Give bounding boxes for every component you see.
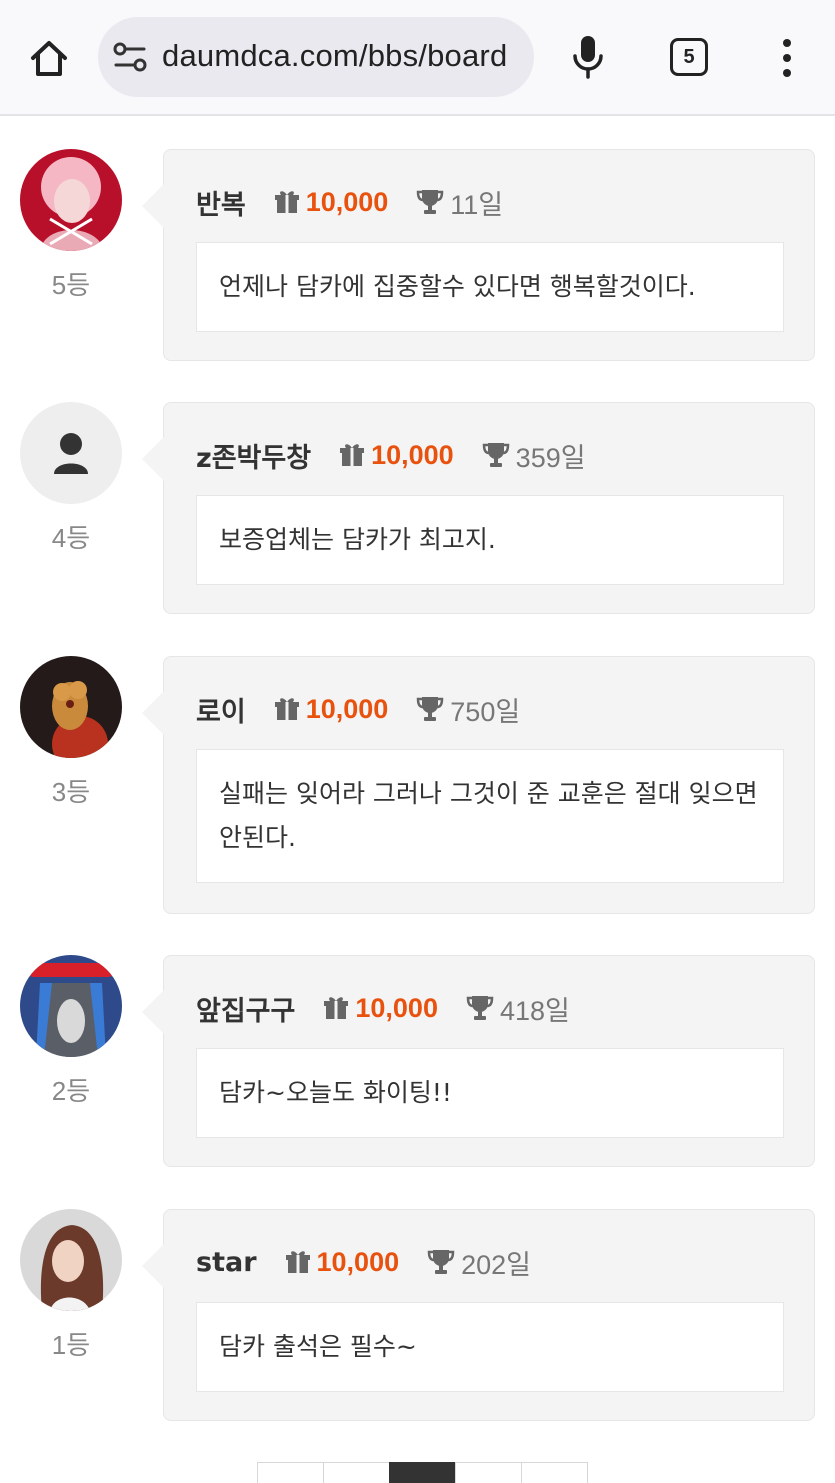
points: 10,000 <box>316 1246 400 1277</box>
trophy-icon <box>466 994 494 1022</box>
more-vert-icon[interactable] <box>772 36 802 80</box>
nickname[interactable]: star <box>196 1247 257 1278</box>
page-button-active[interactable] <box>389 1462 456 1483</box>
comment-message: 담카~오늘도 화이팅!! <box>196 1048 784 1138</box>
nickname[interactable]: 반복 <box>196 183 246 222</box>
nickname[interactable]: z존박두창 <box>196 436 311 475</box>
attendance-days: 418일 <box>499 995 570 1026</box>
comment-card: 반복 10,000 11일 언제나 담카에 집중할수 있다면 행복할것이다. <box>142 149 815 361</box>
address-bar[interactable]: daumdca.com/bbs/board <box>98 17 534 97</box>
trophy-icon <box>482 441 509 469</box>
avatar[interactable] <box>20 955 122 1057</box>
comment-message: 보증업체는 담카가 최고지. <box>196 495 784 585</box>
attendance-days: 750일 <box>450 696 521 727</box>
user-icon <box>54 433 88 474</box>
comment-card: z존박두창 10,000 359일 보증업체는 담카가 최고지. <box>142 402 815 614</box>
points: 10,000 <box>305 693 389 724</box>
gift-icon <box>340 444 365 466</box>
avatar[interactable] <box>20 656 122 758</box>
avatar[interactable] <box>20 1209 122 1311</box>
comment-card: 앞집구구 10,000 418일 담카~오늘도 화이팅!! <box>142 955 815 1167</box>
gift-icon <box>274 698 299 720</box>
mic-icon[interactable] <box>566 32 610 82</box>
rank-label: 3등 <box>51 777 91 807</box>
rank-label: 5등 <box>51 270 91 300</box>
avatar[interactable] <box>20 149 122 251</box>
nickname[interactable]: 앞집구구 <box>196 989 295 1028</box>
site-settings-icon[interactable] <box>112 40 148 74</box>
url-text[interactable]: daumdca.com/bbs/board <box>162 38 507 74</box>
page-button[interactable] <box>257 1462 324 1483</box>
comment-message: 언제나 담카에 집중할수 있다면 행복할것이다. <box>196 242 784 332</box>
trophy-icon <box>427 1248 455 1276</box>
rank-label: 2등 <box>51 1076 91 1106</box>
comment-message: 실패는 잊어라 그러나 그것이 준 교훈은 절대 잊으면 안된다. <box>196 749 784 883</box>
trophy-icon <box>417 695 444 723</box>
home-icon[interactable] <box>24 34 74 84</box>
page-button[interactable] <box>455 1462 522 1483</box>
pagination <box>257 1462 588 1483</box>
tabs-icon[interactable]: 5 <box>670 38 708 76</box>
attendance-days: 202일 <box>461 1249 531 1280</box>
attendance-days: 359일 <box>515 442 586 473</box>
points: 10,000 <box>305 186 389 217</box>
browser-toolbar: daumdca.com/bbs/board 5 <box>0 0 835 116</box>
page-button[interactable] <box>323 1462 390 1483</box>
rank-label: 4등 <box>51 523 91 553</box>
points: 10,000 <box>355 992 438 1023</box>
comment-card: star 10,000 202일 담카 출석은 필수~ <box>142 1209 815 1421</box>
comment-card: 로이 10,000 750일 실패는 잊어라 그러나 그것이 준 교훈은 절대 … <box>142 656 815 914</box>
points: 10,000 <box>371 439 454 470</box>
page-button[interactable] <box>521 1462 588 1483</box>
gift-icon <box>274 191 299 213</box>
gift-icon <box>285 1251 310 1273</box>
tab-count: 5 <box>683 45 695 68</box>
avatar[interactable] <box>20 402 122 504</box>
rank-label: 1등 <box>51 1330 91 1360</box>
gift-icon <box>324 997 349 1019</box>
nickname[interactable]: 로이 <box>196 690 246 729</box>
attendance-days: 11일 <box>450 189 504 220</box>
trophy-icon <box>417 188 444 216</box>
comment-message: 담카 출석은 필수~ <box>196 1302 784 1392</box>
